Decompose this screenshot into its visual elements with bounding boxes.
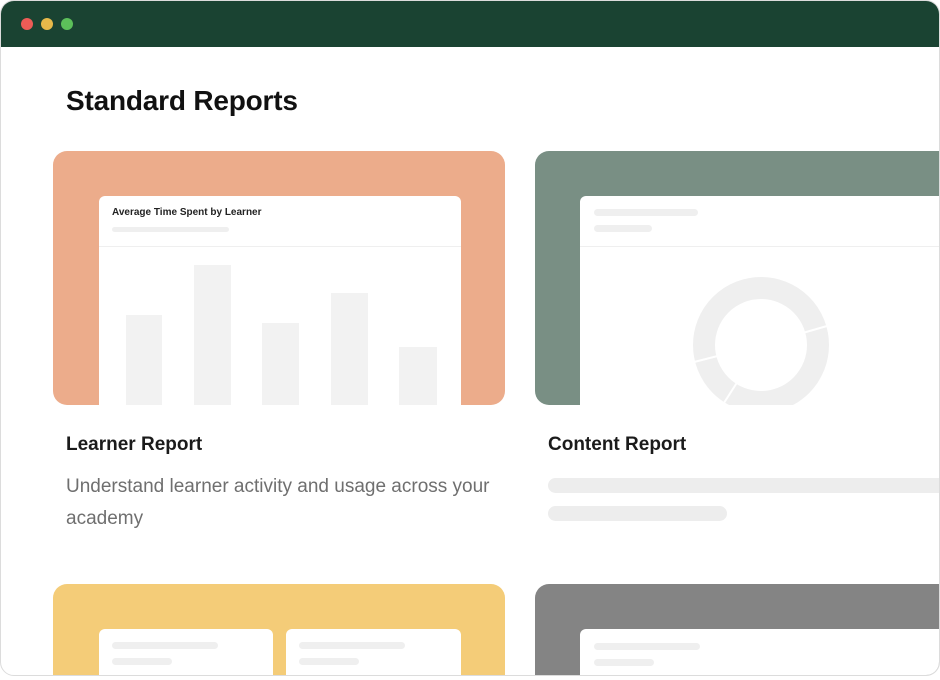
chart-bar — [331, 293, 368, 405]
placeholder-line — [112, 658, 172, 665]
bar-chart-preview: Average Time Spent by Learner — [99, 196, 461, 405]
placeholder-line — [112, 227, 229, 232]
content-report-card-banner[interactable] — [535, 151, 939, 405]
divider — [580, 246, 939, 247]
description-placeholder — [548, 506, 727, 521]
content-report-title[interactable]: Content Report — [548, 434, 686, 456]
app-window: Standard Reports Average Time Spent by L… — [0, 0, 940, 676]
page-title: Standard Reports — [66, 85, 298, 116]
learner-report-card-banner[interactable]: Average Time Spent by Learner — [53, 151, 505, 405]
description-placeholder — [548, 478, 939, 493]
placeholder-line — [594, 209, 698, 216]
preview-panel — [99, 629, 273, 675]
chart-bar — [126, 315, 162, 405]
placeholder-line — [594, 225, 652, 232]
maximize-window-button[interactable] — [61, 18, 73, 30]
learner-report-title[interactable]: Learner Report — [66, 434, 202, 456]
placeholder-line — [299, 642, 405, 649]
donut-chart — [693, 277, 829, 405]
chart-bar — [194, 265, 231, 405]
placeholder-line — [299, 658, 359, 665]
preview-panel — [286, 629, 461, 675]
donut-chart-preview — [580, 196, 939, 405]
placeholder-line — [594, 659, 654, 666]
close-window-button[interactable] — [21, 18, 33, 30]
preview-panel — [580, 629, 939, 675]
report-card-banner-yellow[interactable] — [53, 584, 505, 675]
placeholder-line — [112, 642, 218, 649]
learner-report-description: Understand learner activity and usage ac… — [66, 476, 490, 529]
title-bar — [1, 1, 939, 47]
bar-chart — [99, 247, 461, 405]
chart-title: Average Time Spent by Learner — [112, 207, 262, 218]
placeholder-line — [594, 643, 700, 650]
chart-bar — [262, 323, 299, 405]
minimize-window-button[interactable] — [41, 18, 53, 30]
report-card-banner-gray[interactable] — [535, 584, 939, 675]
chart-bar — [399, 347, 437, 405]
